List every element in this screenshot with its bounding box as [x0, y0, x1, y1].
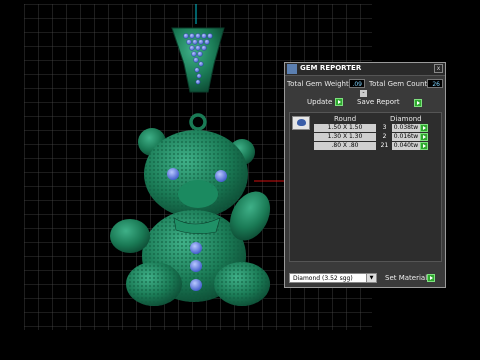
- collapse-toggle-icon[interactable]: -: [360, 90, 367, 97]
- gem-reporter-app-icon: [287, 64, 297, 74]
- column-header-shape: Round: [334, 115, 357, 123]
- chest-gem-1: [190, 242, 202, 254]
- gem-count-cell: 21: [380, 142, 389, 149]
- gem-count-cell: 3: [382, 124, 387, 131]
- chevron-down-icon[interactable]: ▼: [366, 274, 376, 282]
- save-report-go-icon[interactable]: [414, 99, 422, 107]
- round-gem-icon: [292, 116, 310, 130]
- chest-gem-3: [190, 279, 202, 291]
- total-gem-count-value: 26: [427, 79, 443, 88]
- set-material-button[interactable]: Set Material: [385, 274, 427, 284]
- update-button[interactable]: Update: [307, 98, 343, 108]
- total-gem-weight-value: .09: [349, 79, 365, 88]
- panel-titlebar[interactable]: GEM REPORTER x: [285, 63, 445, 76]
- set-material-button-label: Set Material: [385, 274, 428, 282]
- gem-reporter-panel: GEM REPORTER x Total Gem Weight .09 Tota…: [284, 62, 446, 288]
- table-row[interactable]: 1.30 X 1.30 2 0.016tw: [314, 133, 442, 141]
- left-eye-gem: [167, 168, 179, 180]
- gem-count-cell: 2: [382, 133, 387, 140]
- left-arm: [110, 219, 150, 253]
- total-gem-count-label: Total Gem Count: [369, 80, 428, 88]
- table-row[interactable]: .80 X .80 21 0.040tw: [314, 142, 442, 150]
- material-select-value: Diamond (3.52 sgg): [293, 275, 353, 282]
- set-material-go-icon[interactable]: [427, 274, 435, 282]
- gem-weight-cell: 0.038tw: [392, 124, 420, 132]
- save-report-button-label: Save Report: [357, 98, 400, 106]
- chest-gem-2: [190, 260, 202, 272]
- total-gem-weight-label: Total Gem Weight: [287, 80, 349, 88]
- gem-size-cell: 1.50 X 1.50: [314, 124, 376, 132]
- green-play-icon[interactable]: [420, 124, 428, 132]
- gem-table: Round Diamond 1.50 X 1.50 3 0.038tw 1.30…: [289, 112, 442, 262]
- save-report-button[interactable]: Save Report: [357, 98, 400, 108]
- green-play-icon[interactable]: [420, 133, 428, 141]
- update-button-label: Update: [307, 98, 333, 106]
- gem-weight-cell: 0.016tw: [392, 133, 420, 141]
- green-play-icon[interactable]: [420, 142, 428, 150]
- panel-title: GEM REPORTER: [300, 64, 362, 72]
- gem-size-cell: 1.30 X 1.30: [314, 133, 376, 141]
- material-select[interactable]: Diamond (3.52 sgg) ▼: [289, 273, 377, 283]
- green-play-icon[interactable]: [334, 98, 343, 106]
- column-header-material: Diamond: [390, 115, 422, 123]
- table-row[interactable]: 1.50 X 1.50 3 0.038tw: [314, 124, 442, 132]
- gem-weight-cell: 0.040tw: [392, 142, 420, 150]
- bear-snout: [178, 180, 218, 208]
- gem-size-cell: .80 X .80: [314, 142, 376, 150]
- right-eye-gem: [215, 170, 227, 182]
- close-icon[interactable]: x: [434, 64, 443, 73]
